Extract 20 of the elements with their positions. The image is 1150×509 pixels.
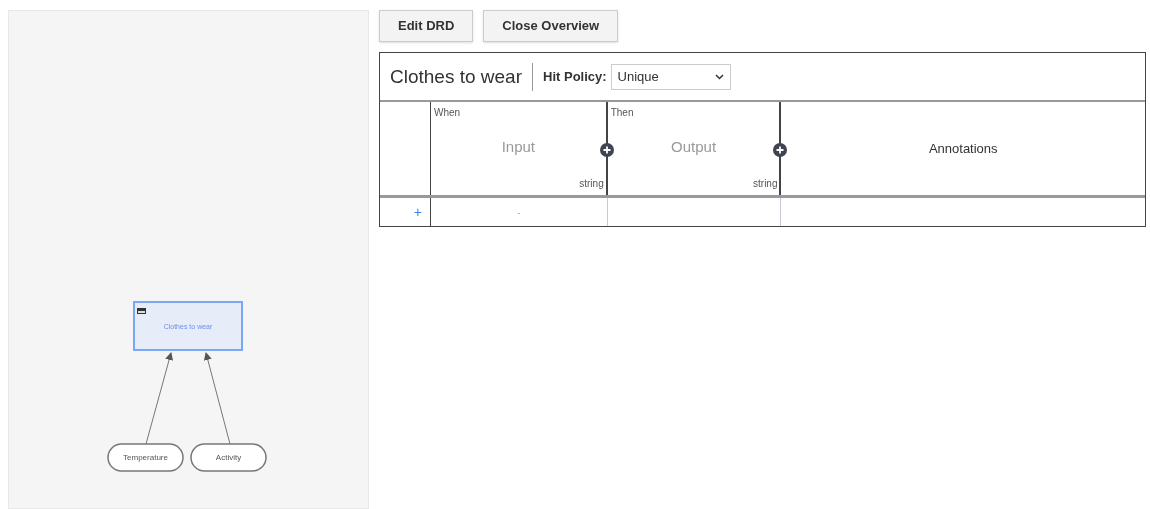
hit-policy-label: Hit Policy: bbox=[543, 67, 607, 86]
input-data-name: Temperature bbox=[123, 453, 168, 462]
type-label: string bbox=[578, 177, 605, 191]
table-name: Clothes to wear bbox=[390, 62, 533, 91]
clause-label: Then bbox=[609, 106, 635, 118]
clause-label: When bbox=[432, 106, 462, 118]
table-icon bbox=[137, 308, 146, 314]
caret-icon bbox=[714, 73, 724, 80]
input-data-node[interactable] bbox=[107, 443, 184, 472]
toolbar-button[interactable]: Edit DRD bbox=[379, 10, 474, 42]
decision-node[interactable] bbox=[133, 301, 243, 351]
add-column-icon[interactable] bbox=[773, 143, 788, 157]
hit-policy-dropdown[interactable]: Unique bbox=[610, 63, 731, 90]
column-label: Annotations bbox=[928, 139, 998, 158]
add-column-icon[interactable] bbox=[599, 143, 614, 157]
type-label: string bbox=[752, 177, 779, 191]
input-data-name: Activity bbox=[215, 453, 242, 462]
toolbar-button[interactable]: Close Overview bbox=[483, 10, 619, 42]
table-cell: - bbox=[430, 198, 608, 226]
input-data-node[interactable] bbox=[190, 443, 267, 472]
